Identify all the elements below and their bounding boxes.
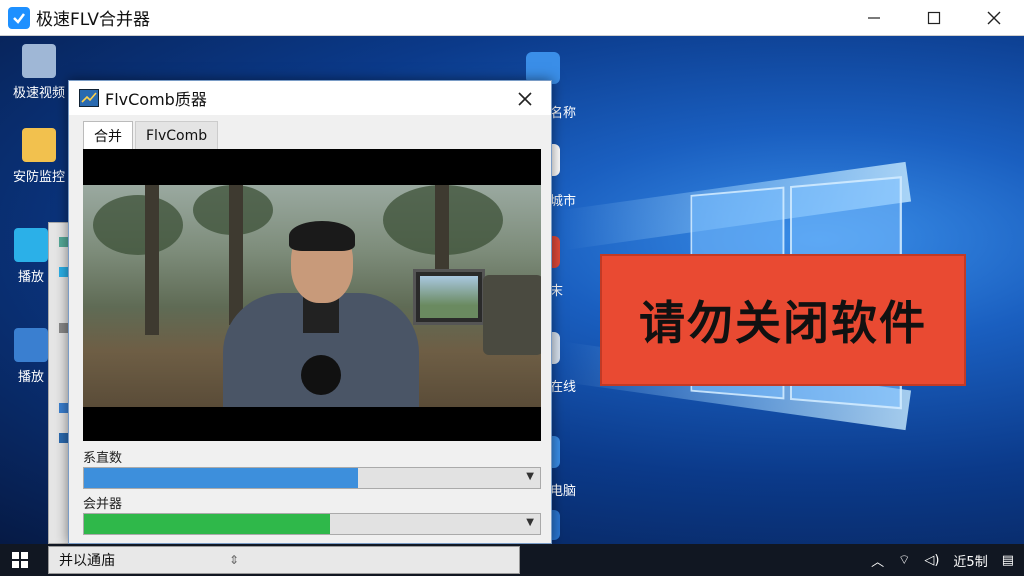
app-icon	[14, 328, 48, 362]
control-panel-icon	[22, 44, 56, 78]
minimize-button[interactable]	[844, 0, 904, 36]
desktop-icon-label: 名称	[550, 106, 577, 121]
maximize-button[interactable]	[904, 0, 964, 36]
app-icon	[14, 228, 48, 262]
volume-icon[interactable]: ◁)	[924, 553, 939, 568]
tab-merge[interactable]: 合并	[83, 121, 133, 149]
machine-in-scene	[483, 275, 541, 355]
desktop-icon-label: 极速视频	[12, 86, 65, 101]
clock-text[interactable]: 近5制	[953, 551, 987, 570]
progress-bar-2[interactable]: ▼	[83, 513, 541, 535]
network-icon[interactable]: ⌔	[898, 552, 910, 568]
system-tray: ︿ ⌔ ◁) 近5制 ▤	[871, 544, 1014, 576]
monitor-in-scene	[413, 269, 485, 325]
windows-start-icon	[12, 552, 28, 568]
chevron-icon: ⇕	[229, 553, 240, 567]
warning-banner: 请勿关闭软件	[600, 254, 966, 386]
progress-1-label: 系直数	[83, 451, 123, 466]
tab-flvcomb[interactable]: FlvComb	[135, 121, 219, 149]
up-chevron-icon[interactable]: ︿	[871, 551, 884, 570]
dialog-tabs: 合并 FlvComb	[83, 121, 219, 149]
window-titlebar: 极速FLV合并器	[0, 0, 1024, 36]
desktop-icon-label: 安防监控	[12, 170, 65, 185]
chart-icon	[79, 89, 99, 107]
desktop-icon[interactable]: 极速视频	[4, 44, 74, 101]
chevron-down-icon: ▼	[526, 517, 534, 528]
folder-icon	[22, 128, 56, 162]
desktop-icon-label: 城市	[550, 194, 577, 209]
progress-2-fill	[84, 514, 331, 534]
taskbar: 并以通庙 ⇕ ︿ ⌔ ◁) 近5制 ▤	[0, 544, 1024, 576]
dialog-close-button[interactable]	[511, 85, 539, 113]
camera-object	[301, 355, 341, 395]
progress-1-fill	[84, 468, 358, 488]
window-title: 极速FLV合并器	[36, 10, 151, 30]
close-icon	[518, 92, 532, 106]
progress-2-label: 会并器	[83, 497, 123, 512]
video-frame	[83, 185, 541, 407]
app-logo-icon	[8, 6, 30, 29]
chevron-down-icon: ▼	[526, 471, 534, 482]
flvcomb-dialog: FlvComb质器 合并 FlvComb 系直数 ▼ 会并器 ▼	[68, 80, 552, 544]
dialog-titlebar: FlvComb质器	[69, 81, 551, 115]
desktop-icon-label: 在线	[550, 380, 577, 395]
video-preview[interactable]	[83, 149, 541, 441]
start-button[interactable]	[0, 544, 40, 576]
taskbar-app-label: 并以通庙	[59, 553, 115, 569]
taskbar-app-item[interactable]: 并以通庙 ⇕	[48, 546, 520, 574]
desktop-icon[interactable]: 安防监控	[4, 128, 74, 185]
warning-text: 请勿关闭软件	[639, 296, 927, 350]
notification-icon[interactable]: ▤	[1002, 553, 1014, 568]
desktop-icon-label: 播放	[17, 370, 44, 385]
desktop-icon-label: 播放	[17, 270, 44, 285]
desktop-icon-label: 电脑	[550, 484, 577, 499]
progress-bar-1[interactable]: ▼	[83, 467, 541, 489]
close-button[interactable]	[964, 0, 1024, 36]
dialog-title: FlvComb质器	[105, 90, 207, 109]
